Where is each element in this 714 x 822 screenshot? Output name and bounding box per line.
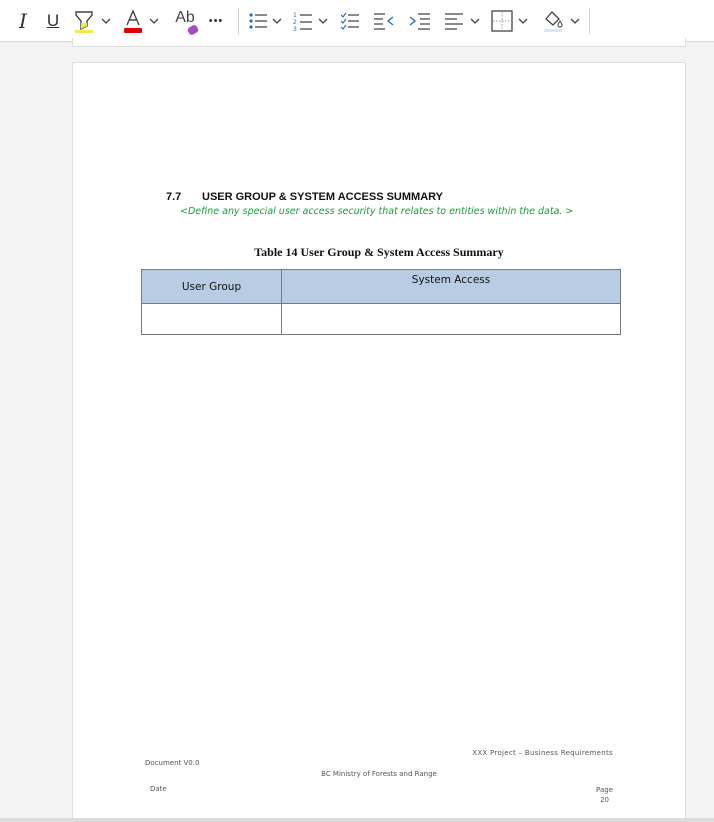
highlight-icon — [75, 10, 93, 33]
vertical-scrollbar[interactable] — [706, 42, 714, 822]
borders-icon — [491, 9, 513, 32]
footer-organization: BC Ministry of Forests and Range — [321, 770, 437, 778]
more-options-button[interactable]: ••• — [202, 5, 230, 37]
formatting-toolbar: I U Ab ••• 1 2 3 — [0, 0, 714, 42]
section-heading: 7.7 USER GROUP & SYSTEM ACCESS SUMMARY — [166, 191, 443, 203]
font-color-button[interactable] — [120, 5, 146, 37]
chevron-down-icon — [272, 18, 282, 24]
shading-icon — [544, 10, 563, 32]
text-effects-icon: Ab — [175, 8, 195, 26]
svg-text:2: 2 — [293, 19, 297, 26]
footer-page-number: 20 — [600, 796, 609, 804]
footer-page-label: Page — [596, 786, 613, 794]
align-button[interactable] — [441, 5, 467, 37]
chevron-down-icon — [518, 18, 528, 24]
table-cell-system-access[interactable] — [281, 303, 621, 335]
column-header-user-group[interactable]: User Group — [141, 269, 282, 304]
table-caption: Table 14 User Group & System Access Summ… — [254, 245, 504, 259]
bullets-icon — [249, 12, 267, 29]
chevron-down-icon — [470, 18, 480, 24]
bullets-button[interactable] — [247, 5, 269, 37]
access-summary-table: User Group System Access — [141, 269, 621, 335]
svg-text:3: 3 — [293, 26, 297, 32]
font-color-icon — [124, 8, 142, 33]
previous-page-edge — [72, 38, 686, 47]
svg-text:1: 1 — [293, 12, 297, 19]
italic-button[interactable]: I — [10, 5, 36, 37]
footer-date-label: Date — [150, 785, 167, 793]
increase-indent-button[interactable] — [405, 5, 435, 37]
table-cell-user-group[interactable] — [141, 303, 282, 335]
footer-project: XXX Project – Business Requirements — [472, 749, 613, 757]
toolbar-separator — [589, 7, 590, 34]
numbering-icon: 1 2 3 — [293, 12, 312, 32]
toolbar-separator — [238, 7, 239, 34]
bullets-dropdown[interactable] — [269, 5, 285, 37]
align-dropdown[interactable] — [467, 5, 483, 37]
underline-icon: U — [46, 10, 60, 30]
align-icon — [445, 12, 463, 30]
italic-icon: I — [19, 8, 27, 33]
column-header-system-access[interactable]: System Access — [281, 269, 621, 304]
numbering-dropdown[interactable] — [315, 5, 331, 37]
checklist-icon — [340, 12, 359, 30]
document-page[interactable]: 7.7 USER GROUP & SYSTEM ACCESS SUMMARY <D… — [72, 62, 686, 822]
chevron-down-icon — [570, 18, 580, 24]
horizontal-scrollbar[interactable] — [0, 818, 714, 822]
table-row — [141, 303, 621, 335]
borders-button[interactable] — [489, 5, 515, 37]
footer-page: Page 20 — [596, 785, 613, 805]
chevron-down-icon — [318, 18, 328, 24]
numbering-button[interactable]: 1 2 3 — [291, 5, 315, 37]
checklist-button[interactable] — [337, 5, 363, 37]
shading-button[interactable] — [539, 5, 567, 37]
section-title: USER GROUP & SYSTEM ACCESS SUMMARY — [202, 191, 444, 203]
table-header-row: User Group System Access — [141, 269, 621, 304]
highlight-dropdown[interactable] — [98, 5, 114, 37]
decrease-indent-icon — [374, 12, 394, 30]
underline-button[interactable]: U — [36, 5, 70, 37]
borders-dropdown[interactable] — [515, 5, 531, 37]
decrease-indent-button[interactable] — [369, 5, 399, 37]
chevron-down-icon — [149, 18, 159, 24]
increase-indent-icon — [409, 12, 430, 30]
shading-dropdown[interactable] — [567, 5, 583, 37]
footer-document-version: Document V0.0 — [145, 759, 200, 767]
more-icon: ••• — [208, 14, 224, 27]
text-effects-button[interactable]: Ab — [168, 5, 202, 37]
chevron-down-icon — [101, 18, 111, 24]
font-color-dropdown[interactable] — [146, 5, 162, 37]
guidance-text: <Define any special user access security… — [180, 206, 574, 217]
highlight-button[interactable] — [70, 5, 98, 37]
section-number: 7.7 — [166, 191, 182, 203]
